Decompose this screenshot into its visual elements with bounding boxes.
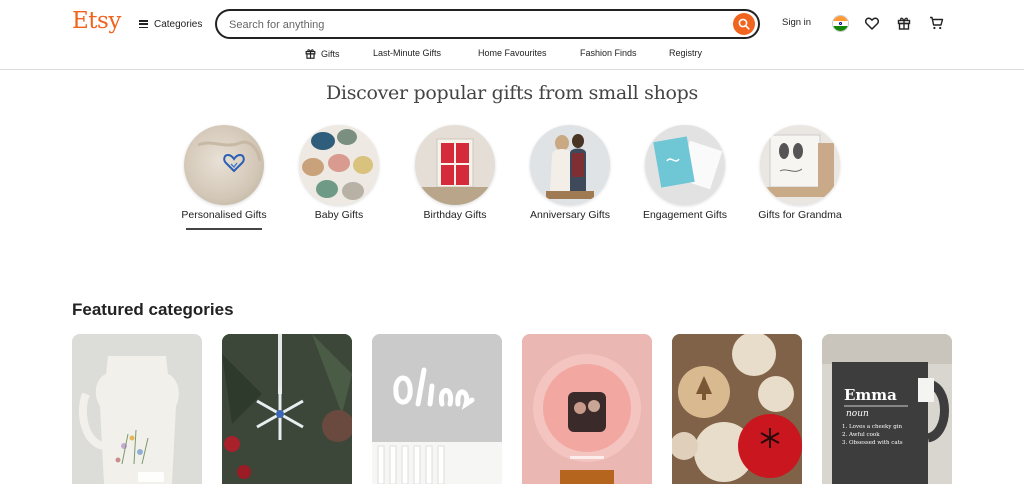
featured-card-vase[interactable] (72, 334, 202, 484)
subnav-last-minute-gifts[interactable]: Last-Minute Gifts (373, 48, 441, 58)
featured-heading: Featured categories (72, 300, 234, 319)
discover-heading: Discover popular gifts from small shops (325, 82, 698, 104)
category-label: Birthday Gifts (423, 209, 487, 221)
category-label: Gifts for Grandma (758, 209, 842, 221)
category-personalised-gifts[interactable]: Personalised Gifts (174, 125, 274, 230)
gift-cart-icon[interactable] (895, 14, 913, 32)
category-gifts-for-grandma[interactable]: Gifts for Grandma (750, 125, 850, 222)
category-birthday-gifts[interactable]: Birthday Gifts (405, 125, 505, 222)
category-label: Engagement Gifts (642, 209, 728, 221)
sign-in-link[interactable]: Sign in (782, 17, 811, 28)
featured-card-name-sign[interactable] (372, 334, 502, 484)
search-bar (215, 9, 760, 39)
categories-label: Categories (154, 18, 203, 30)
category-label: Baby Gifts (314, 209, 364, 221)
engagement-gifts-image (645, 125, 725, 205)
anniversary-gifts-image (530, 125, 610, 205)
birthday-gifts-image (415, 125, 495, 205)
categories-button[interactable]: Categories (139, 15, 202, 33)
favorites-icon[interactable] (863, 14, 881, 32)
personalised-gifts-image (184, 125, 264, 205)
category-engagement-gifts[interactable]: Engagement Gifts (635, 125, 735, 222)
flower-vase-image (72, 334, 202, 484)
selected-underline (186, 228, 262, 230)
gift-icon (305, 49, 316, 59)
featured-card-ornament[interactable] (222, 334, 352, 484)
menu-icon (139, 20, 148, 29)
etsy-logo[interactable]: Etsy (72, 8, 121, 34)
subnav-label: Gifts (321, 48, 340, 59)
svg-text:noun: noun (846, 409, 869, 419)
subnav-home-favourites[interactable]: Home Favourites (478, 48, 547, 58)
gifts-for-grandma-image (760, 125, 840, 205)
snowflake-ornament-image (222, 334, 352, 484)
search-input[interactable] (229, 16, 719, 33)
region-flag-icon[interactable] (832, 15, 849, 32)
baby-gifts-image (299, 125, 379, 205)
svg-text:Emma: Emma (844, 386, 897, 404)
subnav-gifts[interactable]: Gifts (305, 48, 340, 59)
category-baby-gifts[interactable]: Baby Gifts (289, 125, 389, 222)
category-label: Anniversary Gifts (530, 209, 610, 221)
record-plaque-image (522, 334, 652, 484)
featured-card-wooden-ornaments[interactable] (672, 334, 802, 484)
wooden-ornaments-image (672, 334, 802, 484)
search-button[interactable] (733, 13, 755, 35)
name-sign-image (372, 334, 502, 484)
svg-text:1. Loves a cheeky gin: 1. Loves a cheeky gin (842, 424, 903, 430)
site-header: Etsy Categories Sign in Gifts Last-Minut (0, 0, 1024, 70)
category-label: Personalised Gifts (181, 209, 267, 221)
featured-card-mug[interactable]: Emma noun 1. Loves a cheeky gin 2. Awful… (822, 334, 952, 484)
svg-text:2. Awful cook: 2. Awful cook (842, 432, 880, 438)
cart-icon[interactable] (927, 14, 945, 32)
subnav-registry[interactable]: Registry (669, 48, 702, 58)
emma-mug-image: Emma noun 1. Loves a cheeky gin 2. Awful… (822, 334, 952, 484)
category-anniversary-gifts[interactable]: Anniversary Gifts (520, 125, 620, 222)
sub-navigation: Gifts Last-Minute Gifts Home Favourites … (0, 48, 1024, 62)
featured-card-record-plaque[interactable] (522, 334, 652, 484)
subnav-fashion-finds[interactable]: Fashion Finds (580, 48, 637, 58)
svg-text:3. Obsessed with cats: 3. Obsessed with cats (842, 440, 903, 446)
search-icon (738, 18, 750, 30)
